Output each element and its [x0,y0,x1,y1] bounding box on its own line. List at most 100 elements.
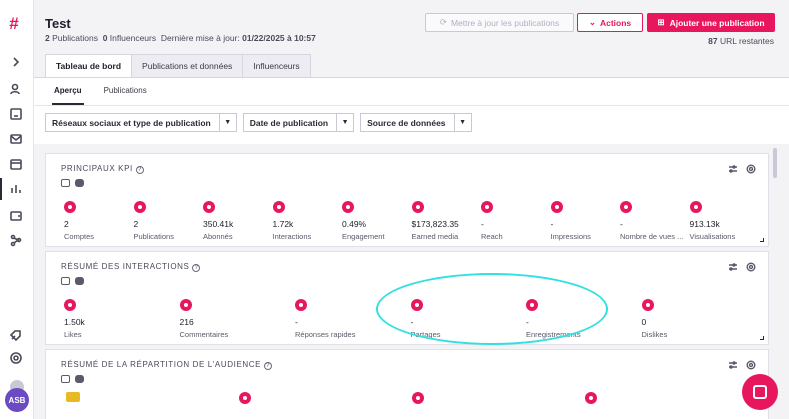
sliders-icon[interactable] [728,262,738,272]
chat-help-icon[interactable] [742,374,778,410]
user-circle-icon [64,201,76,213]
update-publications-label: Mettre à jour les publications [450,17,560,28]
kpi-item: 0.49% Engagement [342,201,422,241]
youtube-icon [75,277,84,285]
reply-icon [295,299,307,311]
last-update-label: Dernière mise à jour: [160,33,240,43]
filter-date[interactable]: Date de publication ▼ [242,113,355,132]
subtab-publications[interactable]: Publications [104,86,147,95]
audience-panel: RÉSUMÉ DE LA RÉPARTITION DE L'AUDIENCE? [45,349,769,419]
kpi-item: - Réponses rapides [295,299,375,339]
kpi-label: Publications [133,232,174,241]
gear-icon[interactable] [746,360,756,370]
kpi-label: Réponses rapides [295,330,356,339]
gear-icon[interactable] [9,351,25,367]
resize-handle-icon[interactable] [760,238,764,242]
scrollbar[interactable] [773,148,777,178]
mail-icon[interactable] [9,132,25,148]
kpi-label: Reach [481,232,503,241]
kpi-value: $173,823.35 [411,219,459,229]
main-tabs: Tableau de bord Publications et données … [45,54,311,77]
last-update-value: 01/22/2025 à 10:57 [242,33,316,43]
heart-icon [64,299,76,311]
youtube-icon [75,179,84,187]
gear-icon[interactable] [746,262,756,272]
youtube-icon [75,375,84,383]
filter-networks[interactable]: Réseaux sociaux et type de publication ▼ [45,113,237,132]
kpi-label: Engagement [342,232,385,241]
tab-publications-data[interactable]: Publications et données [131,54,244,77]
chevron-right-icon[interactable] [9,55,25,71]
calendar-icon[interactable] [9,157,25,173]
help-circle-icon[interactable]: ? [135,166,144,174]
refresh-icon: ⟳ [439,17,447,27]
network-icons [61,375,84,383]
filter-source[interactable]: Source de données ▼ [360,113,472,132]
kpi-value: 0 [641,317,647,327]
play-icon [689,201,702,213]
kpi-item: 216 Commentaires [179,299,260,339]
play-icon [620,201,632,213]
network-icons [61,277,84,285]
tab-dashboard[interactable]: Tableau de bord [45,54,133,77]
kpi-item: 2 Comptes [64,201,144,241]
sliders-icon[interactable] [728,164,738,174]
help-circle-icon[interactable]: ? [264,362,273,370]
thumbs-down-icon [641,299,654,311]
kpi-item: - Nombre de vues ... [620,201,700,241]
kpi-item: 350.41k Abonnés [203,201,283,241]
hashtag-logo-icon[interactable]: # [9,14,18,34]
left-navigation-rail: # ASB [0,0,34,419]
remaining-label: URL restantes [719,36,774,46]
kpi-label: Abonnés [203,232,233,241]
document-icon [133,201,146,213]
kpi-value: - [481,219,484,229]
audience-title-text: RÉSUMÉ DE LA RÉPARTITION DE L'AUDIENCE [61,360,262,369]
panels-area: PRINCIPAUX KPI? 2 Comptes 2 Publications 350… [34,144,789,419]
kpi-value: 350.41k [203,219,234,229]
rocket-icon[interactable] [9,328,25,344]
page-title: Test [45,16,71,31]
page-meta: 2 Publications 0 Influenceurs Dernière m… [45,33,316,43]
sub-tabs: Aperçu Publications [52,86,147,105]
contact-card-icon[interactable] [9,107,25,123]
kpi-label: Nombre de vues ... [620,232,684,241]
kpi-value: 1.72k [272,219,294,229]
publications-count: 2 [45,33,50,43]
gear-icon[interactable] [746,164,756,174]
avatar[interactable]: ASB [5,388,29,412]
actions-button[interactable]: ⌄ Actions [577,13,643,32]
resize-handle-icon[interactable] [760,336,764,340]
share-network-icon[interactable] [9,233,25,249]
kpi-value: 2 [133,219,139,229]
kpi-item: 0 Dislikes [641,299,722,339]
kpi-item: 1.72k Interactions [272,201,353,241]
help-circle-icon[interactable]: ? [192,264,201,272]
kpi-value: - [295,317,298,327]
kpi-value: 216 [179,317,194,327]
kpi-label: Comptes [64,232,95,241]
dashboard-content: Aperçu Publications Réseaux sociaux et t… [34,77,789,419]
update-publications-button[interactable]: ⟳ Mettre à jour les publications [425,13,574,32]
remaining-count: 87 [708,36,718,46]
influencers-label: Influenceurs [109,33,157,43]
panel-tools [728,164,756,174]
kpi-label: Interactions [272,232,312,241]
kpi-panel: PRINCIPAUX KPI? 2 Comptes 2 Publications 350… [45,153,769,247]
kpi-label: Commentaires [179,330,229,339]
bar-chart-icon[interactable] [0,178,25,200]
wallet-icon[interactable] [9,208,25,224]
add-publication-button[interactable]: ⊞ Ajouter une publication [647,13,775,32]
filter-date-label: Date de publication [249,117,329,128]
audience-panel-title: RÉSUMÉ DE LA RÉPARTITION DE L'AUDIENCE? [61,360,273,370]
tab-influencers[interactable]: Influenceurs [242,54,311,77]
sliders-icon[interactable] [728,360,738,370]
subtab-overview[interactable]: Aperçu [52,86,84,105]
actions-label: Actions [599,17,632,28]
user-search-icon[interactable] [9,82,25,98]
instagram-icon [61,277,70,285]
eye-icon [550,201,563,213]
caret-down-icon: ▼ [453,114,471,131]
users-icon [203,201,215,213]
influencers-count: 0 [102,33,108,43]
